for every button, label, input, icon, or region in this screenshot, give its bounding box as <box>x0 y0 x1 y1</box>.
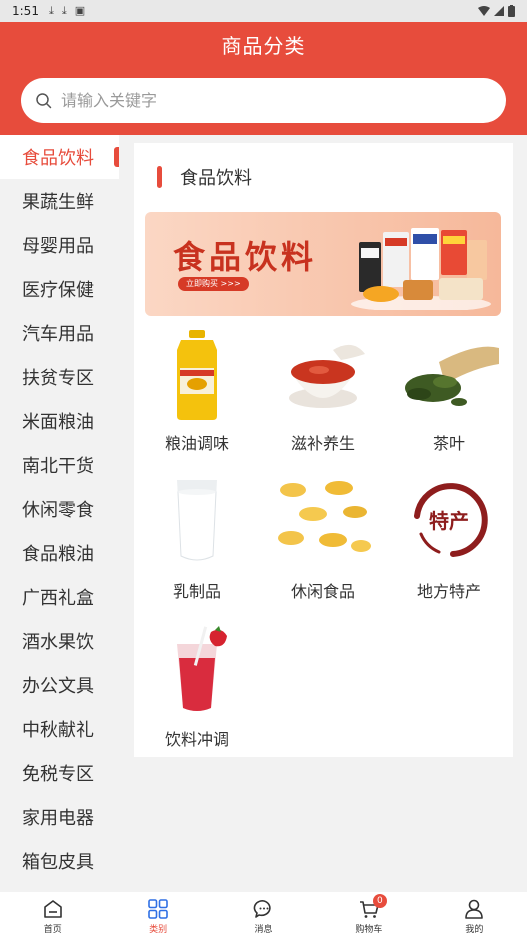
tab-label: 我的 <box>465 925 484 935</box>
tab-profile[interactable]: 我的 <box>422 892 527 936</box>
notification-icons: ⤓ ⤓ ▣ <box>49 4 85 18</box>
sidebar-item-appliances[interactable]: 家用电器 <box>0 795 119 839</box>
category-sidebar: 食品饮料 果蔬生鲜 母婴用品 医疗保健 汽车用品 扶贫专区 米面粮油 南北干货 … <box>0 135 119 892</box>
sidebar-item-duty-free[interactable]: 免税专区 <box>0 751 119 795</box>
tab-category[interactable]: 类别 <box>105 892 210 936</box>
sidebar-item-label: 果蔬生鲜 <box>22 192 94 213</box>
tab-label: 消息 <box>254 925 273 935</box>
banner-buy-button[interactable]: 立即购买 >>> <box>178 277 249 291</box>
profile-icon <box>465 899 484 919</box>
milk-glass-icon <box>177 480 217 561</box>
subcategory-label: 地方特产 <box>416 582 481 601</box>
subcategory-label: 滋补养生 <box>290 434 355 453</box>
header: 商品分类 <box>0 22 527 135</box>
tab-label: 类别 <box>149 925 168 935</box>
search-bar[interactable] <box>21 78 506 123</box>
sidebar-item-label: 办公文具 <box>22 676 94 697</box>
sidebar-item-fresh-produce[interactable]: 果蔬生鲜 <box>0 179 119 223</box>
subcategory-label: 粮油调味 <box>164 434 229 453</box>
sidebar-item-label: 汽车用品 <box>22 324 94 345</box>
category-panel: 食品饮料 食品饮料 立即购买 >>> 粮油调味 滋补养生 茶叶 乳制品 休闲食品… <box>134 143 513 757</box>
tab-messages[interactable]: 消息 <box>211 892 316 936</box>
download-icon: ⤓ <box>61 4 67 17</box>
sidebar-item-snacks[interactable]: 休闲零食 <box>0 487 119 531</box>
tab-cart[interactable]: 0 购物车 <box>316 892 421 936</box>
subcategory-item[interactable]: 粮油调味 <box>134 328 260 473</box>
panel-title: 食品饮料 <box>180 168 252 189</box>
home-icon <box>43 900 62 918</box>
subcategory-label: 茶叶 <box>432 434 465 453</box>
sidebar-item-auto[interactable]: 汽车用品 <box>0 311 119 355</box>
seal-text: 特产 <box>429 509 469 533</box>
subcategory-item[interactable]: 茶叶 <box>386 328 512 473</box>
status-time: 1:51 <box>12 4 39 18</box>
signal-icon <box>494 6 504 16</box>
sidebar-item-office[interactable]: 办公文具 <box>0 663 119 707</box>
sidebar-item-healthcare[interactable]: 医疗保健 <box>0 267 119 311</box>
sidebar-item-guangxi-gift[interactable]: 广西礼盒 <box>0 575 119 619</box>
sidebar-item-label: 扶贫专区 <box>22 368 94 389</box>
search-icon <box>36 92 52 108</box>
category-banner[interactable]: 食品饮料 立即购买 >>> <box>145 212 501 316</box>
tea-leaves-icon <box>405 346 499 406</box>
title-accent-bar <box>157 166 162 188</box>
snack-products-image <box>351 228 491 310</box>
sidebar-item-label: 家用电器 <box>22 808 94 829</box>
sidebar-item-label: 中秋献礼 <box>22 720 94 741</box>
banner-title: 食品饮料 <box>173 238 318 276</box>
sidebar-item-dry-goods[interactable]: 南北干货 <box>0 443 119 487</box>
sidebar-item-label: 免税专区 <box>22 764 94 785</box>
sidebar-item-beverages[interactable]: 酒水果饮 <box>0 619 119 663</box>
status-bar: 1:51 ⤓ ⤓ ▣ <box>0 0 527 22</box>
sidebar-item-label: 食品饮料 <box>22 148 94 169</box>
potato-chips-icon <box>278 481 371 552</box>
tab-label: 首页 <box>43 925 62 935</box>
subcategory-item[interactable]: 特产 地方特产 <box>386 476 512 621</box>
bottom-tab-bar: 首页 类别 消息 0 购物车 我的 <box>0 892 527 936</box>
wifi-icon <box>478 6 490 16</box>
tab-home[interactable]: 首页 <box>0 892 105 936</box>
soup-bowl-icon <box>289 344 365 408</box>
sidebar-item-label: 南北干货 <box>22 456 94 477</box>
oil-bottle-icon <box>177 330 217 420</box>
drink-cup-icon <box>177 626 227 711</box>
subcategory-item[interactable]: 乳制品 <box>134 476 260 621</box>
sidebar-item-label: 广西礼盒 <box>22 588 94 609</box>
download-icon: ⤓ <box>48 4 54 17</box>
sidebar-item-label: 食品粮油 <box>22 544 94 565</box>
sidebar-item-poverty-relief[interactable]: 扶贫专区 <box>0 355 119 399</box>
page-title: 商品分类 <box>221 34 306 58</box>
sidebar-item-food-drinks[interactable]: 食品饮料 <box>0 135 119 179</box>
battery-icon <box>508 5 515 17</box>
message-icon <box>253 900 271 918</box>
panel-header: 食品饮料 <box>134 165 252 189</box>
subcategory-item[interactable]: 休闲食品 <box>260 476 386 621</box>
sidebar-item-rice-oil[interactable]: 米面粮油 <box>0 399 119 443</box>
app-notification-icon: ▣ <box>74 4 86 17</box>
sidebar-item-label: 休闲零食 <box>22 500 94 521</box>
search-input[interactable] <box>61 91 461 110</box>
category-icon <box>148 899 168 919</box>
subcategory-label: 乳制品 <box>172 582 221 601</box>
cart-badge: 0 <box>372 894 387 908</box>
sidebar-item-label: 酒水果饮 <box>22 632 94 653</box>
specialty-seal-icon: 特产 <box>414 483 488 557</box>
sidebar-item-mid-autumn[interactable]: 中秋献礼 <box>0 707 119 751</box>
sidebar-item-baby[interactable]: 母婴用品 <box>0 223 119 267</box>
sidebar-item-label: 箱包皮具 <box>22 852 94 873</box>
sidebar-item-label: 米面粮油 <box>22 412 94 433</box>
subcategory-item[interactable]: 饮料冲调 <box>134 624 260 769</box>
subcategory-item[interactable]: 滋补养生 <box>260 328 386 473</box>
sidebar-item-label: 医疗保健 <box>22 280 94 301</box>
subcategory-label: 饮料冲调 <box>164 730 229 749</box>
tab-label: 购物车 <box>355 925 383 935</box>
sidebar-item-bags[interactable]: 箱包皮具 <box>0 839 119 883</box>
sidebar-item-label: 母婴用品 <box>22 236 94 257</box>
sidebar-item-grain-oil[interactable]: 食品粮油 <box>0 531 119 575</box>
subcategory-label: 休闲食品 <box>290 582 355 601</box>
